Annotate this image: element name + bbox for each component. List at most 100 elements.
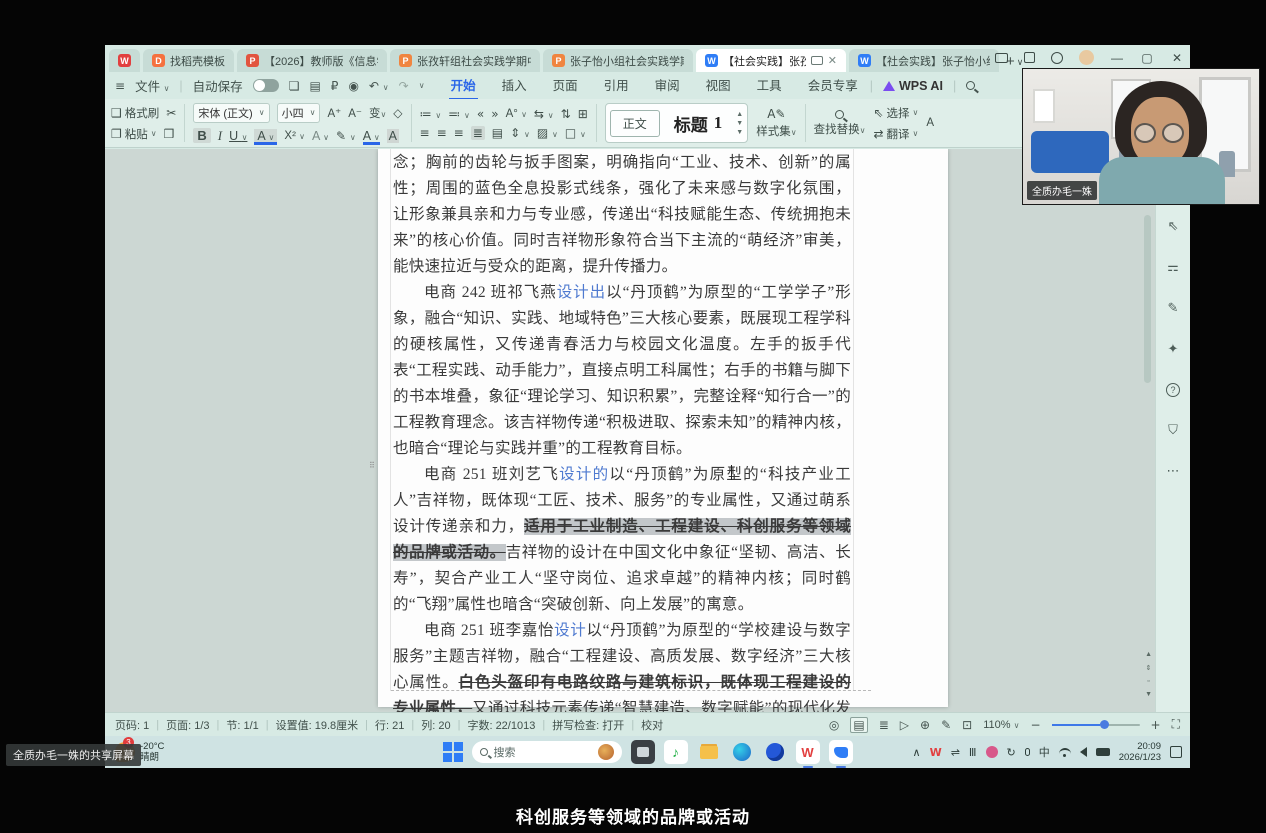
browser-tab[interactable]: W【社会实践】张孜✕ [696, 49, 846, 72]
increase-indent-icon[interactable]: » [491, 107, 498, 121]
vertical-scrollbar[interactable] [1144, 215, 1151, 383]
theme-icon[interactable] [1051, 52, 1063, 64]
document-text-area[interactable]: 念；胸前的齿轮与扳手图案，明确指向“工业、技术、创新”的属性；周围的蓝色全息投影… [390, 149, 854, 691]
select-browse-icon[interactable]: ▫ [1147, 678, 1149, 685]
zoom-slider[interactable] [1052, 724, 1140, 726]
copy-icon[interactable]: ❒ [164, 127, 175, 141]
align-center-icon[interactable]: ≡ [437, 126, 447, 140]
bullet-list-button[interactable]: ≔ ∨ [420, 107, 442, 121]
maximize-button[interactable]: ▢ [1140, 51, 1154, 65]
status-item[interactable]: 列: 20 [421, 717, 450, 733]
zoom-in-icon[interactable]: + [1151, 718, 1161, 732]
menu-tab-审阅[interactable]: 审阅 [653, 71, 682, 100]
highlight-pen-button[interactable]: ✎ ∨ [336, 129, 356, 143]
status-item[interactable]: 节: 1/1 [226, 717, 258, 733]
format-painter-button[interactable]: ❑格式刷 [111, 105, 159, 121]
edge-app-icon[interactable] [730, 740, 754, 764]
style-gallery-stepper[interactable]: ▲▼▼ [732, 111, 747, 136]
start-button[interactable] [443, 742, 463, 762]
hidden-icons-chevron[interactable]: ∧ [913, 746, 921, 759]
char-shading-button[interactable]: A [387, 129, 399, 143]
underline-button[interactable]: U ∨ [229, 129, 247, 143]
menu-tab-引用[interactable]: 引用 [602, 71, 631, 100]
status-item[interactable]: 行: 21 [375, 717, 404, 733]
quark-browser-app-icon[interactable] [763, 740, 787, 764]
char-scale-button[interactable]: A° ∨ [506, 108, 527, 120]
browser-tab[interactable]: W【社会实践】张子怡小组 [849, 49, 999, 72]
status-item[interactable]: 页面: 1/3 [166, 717, 209, 733]
text-direction-button[interactable]: ⇆ ∨ [534, 107, 554, 121]
notification-center-icon[interactable] [1170, 746, 1182, 758]
account-avatar[interactable] [1079, 50, 1094, 65]
font-color-button[interactable]: A ∨ [363, 129, 380, 143]
status-item[interactable]: 设置值: 19.8厘米 [276, 717, 359, 733]
find-replace-button[interactable]: 查找替换∨ [814, 110, 866, 137]
status-item[interactable]: 页码: 1 [115, 717, 149, 733]
wps-ai-button[interactable]: WPS AI [883, 79, 943, 93]
selection-cursor-icon[interactable]: ⇖ [1165, 219, 1181, 234]
web-view-icon[interactable]: ⊕ [920, 718, 930, 732]
share-window-icon[interactable] [995, 53, 1008, 63]
undo-icon[interactable]: ↶ ∨ [369, 79, 389, 93]
help-icon[interactable]: ? [1166, 383, 1180, 397]
font-size-select[interactable]: 小四∨ [277, 103, 321, 123]
clear-format-icon[interactable]: ◇ [393, 106, 402, 120]
save-icon[interactable]: ▤ [309, 79, 320, 93]
browser-tab[interactable]: P【2026】教师版《信息学 [237, 49, 387, 72]
status-item[interactable]: 拼写检查: 打开 [552, 717, 624, 733]
translate-button[interactable]: ⇄翻译∨ [873, 126, 918, 142]
next-page-icon[interactable]: ▼ [1145, 691, 1152, 698]
workspace-icon[interactable] [1024, 52, 1035, 63]
align-left-icon[interactable]: ≡ [420, 126, 430, 140]
border-button[interactable]: □ ∨ [565, 126, 586, 140]
menu-tab-开始[interactable]: 开始 [449, 71, 478, 100]
file-menu[interactable]: 文件 ∨ [135, 76, 169, 95]
mixer-tray-icon[interactable]: ⇌ [951, 746, 960, 759]
select-button[interactable]: ⇖选择∨ [873, 105, 918, 121]
more-dots-icon[interactable]: ⋯ [1165, 464, 1181, 479]
browser-tab[interactable]: P张子怡小组社会实践学期 [543, 49, 693, 72]
minimize-button[interactable]: — [1110, 51, 1124, 65]
sync-tray-icon[interactable]: ↻ [1007, 746, 1016, 759]
task-view-app-icon[interactable] [631, 740, 655, 764]
browser-tab[interactable]: W [109, 49, 140, 72]
bold-button[interactable]: B [193, 128, 210, 143]
shading-button[interactable]: ▨ ∨ [537, 126, 558, 140]
volume-icon[interactable] [1080, 747, 1087, 757]
status-item[interactable]: 字数: 22/1013 [467, 717, 535, 733]
italic-button[interactable]: I [218, 128, 222, 144]
document-paragraph[interactable]: 电商 251 班李嘉怡设计以“丹顶鹤”为原型的“学校建设与数字服务”主题吉祥物，… [393, 618, 851, 712]
play-view-icon[interactable]: ▷ [900, 718, 909, 732]
style-normal[interactable]: 正文 [610, 110, 660, 137]
justify-icon[interactable]: ≣ [471, 126, 485, 140]
qq-tray-icon[interactable] [986, 746, 998, 758]
document-paragraph[interactable]: 电商 251 班刘艺飞设计的以“丹顶鹤”为原型的“科技产业工人”吉祥物，既体现“… [393, 462, 851, 618]
signature-pen-icon[interactable]: ✎ [1165, 301, 1181, 316]
qq-music-app-icon[interactable] [664, 740, 688, 764]
menu-tab-页面[interactable]: 页面 [551, 71, 580, 100]
phonetic-guide-icon[interactable]: 变∨ [369, 105, 386, 121]
distribute-icon[interactable]: ▤ [492, 126, 503, 140]
menu-tab-会员专享[interactable]: 会员专享 [806, 71, 860, 100]
browse-object-icon[interactable]: ⇕ [1146, 664, 1152, 672]
clock[interactable]: 20:09 2026/1/23 [1119, 741, 1161, 763]
superscript-button[interactable]: X² ∨ [284, 130, 305, 142]
line-spacing-button[interactable]: ⇕ ∨ [510, 126, 530, 140]
edit-pen-icon[interactable]: ✎ [941, 718, 951, 732]
decrease-indent-icon[interactable]: « [477, 107, 484, 121]
document-paragraph[interactable]: 电商 242 班祁飞燕设计出以“丹顶鹤”为原型的“工学学子”形象，融合“知识、实… [393, 280, 851, 462]
export-pdf-icon[interactable]: ₽ [331, 79, 339, 93]
browser-tab[interactable]: D找稻壳模板 [143, 49, 234, 72]
ime-indicator[interactable]: 中 [1039, 744, 1050, 760]
prev-page-icon[interactable]: ▲ [1145, 651, 1152, 658]
quickbar-caret-icon[interactable]: ∨ [419, 81, 425, 90]
menu-tab-视图[interactable]: 视图 [704, 71, 733, 100]
focus-mode-icon[interactable]: ⊡ [962, 718, 972, 732]
zoom-out-icon[interactable]: − [1030, 718, 1040, 732]
zoom-level[interactable]: 110% ∨ [983, 719, 1019, 731]
wps-tray-icon[interactable]: W [930, 746, 942, 759]
paragraph-drag-handle-icon[interactable]: ⠿ [369, 463, 381, 477]
zoom-slider-knob[interactable] [1100, 720, 1109, 729]
toolbox-icon[interactable]: ✦ [1165, 342, 1181, 357]
tencent-meeting-app-icon[interactable] [829, 740, 853, 764]
